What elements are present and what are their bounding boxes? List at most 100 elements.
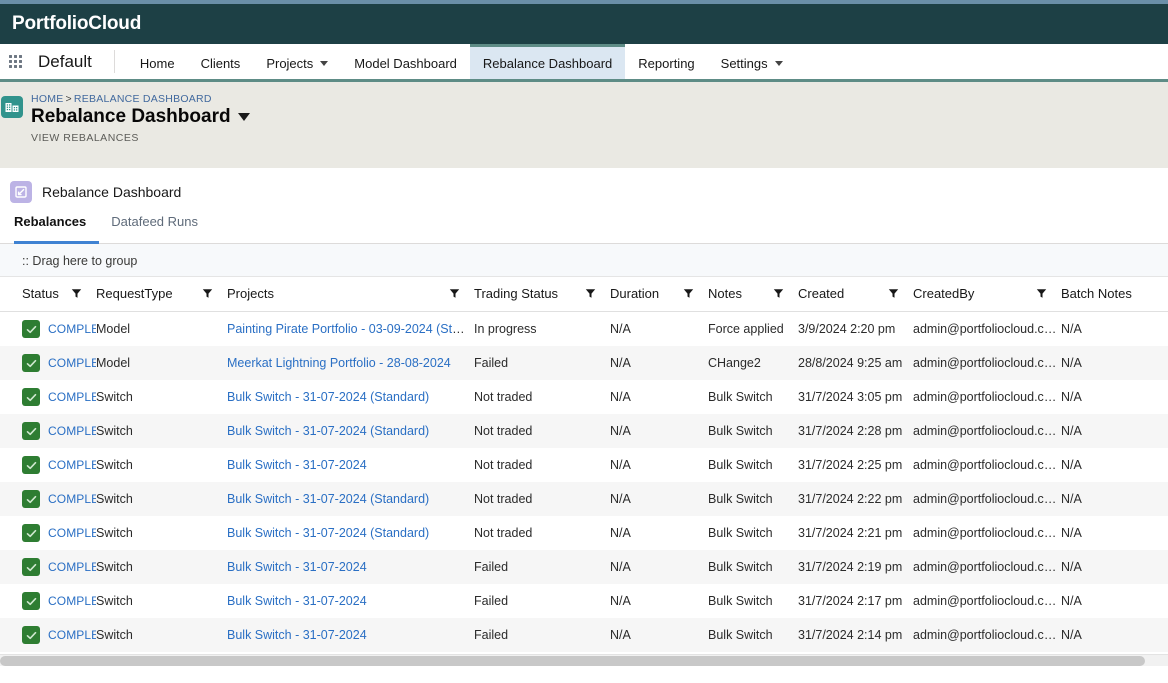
cell-created: 31/7/2024 2:14 pm [798,618,913,652]
table-row[interactable]: COMPLETEModelMeerkat Lightning Portfolio… [0,346,1168,380]
cell-trading-status: Failed [474,346,610,380]
table-row[interactable]: COMPLETEModelPainting Pirate Portfolio -… [0,312,1168,347]
nav-item-reporting[interactable]: Reporting [625,44,707,79]
horizontal-scrollbar[interactable] [0,654,1168,666]
horizontal-scrollbar-thumb[interactable] [0,656,1145,666]
column-header-requesttype[interactable]: RequestType [96,277,227,312]
cell-trading-status: Not traded [474,482,610,516]
column-header-batch-notes[interactable]: Batch Notes [1061,277,1168,312]
column-header-projects[interactable]: Projects [227,277,474,312]
brand-bar: PortfolioCloud [0,4,1168,44]
nav-item-label: Reporting [638,56,694,71]
project-link[interactable]: Bulk Switch - 31-07-2024 (Standard) [227,424,429,438]
app-launcher-button[interactable] [0,44,30,79]
cell-duration: N/A [610,414,708,448]
cell-project: Painting Pirate Portfolio - 03-09-2024 (… [227,312,474,347]
cell-notes: Bulk Switch [708,482,798,516]
status-label: COMPLETE [48,628,96,642]
tab-datafeed-runs[interactable]: Datafeed Runs [111,214,211,244]
status-complete-checkbox[interactable] [22,592,40,610]
cell-created-by: admin@portfoliocloud.com [913,550,1061,584]
column-header-duration[interactable]: Duration [610,277,708,312]
cell-request-type: Switch [96,482,227,516]
status-label: COMPLETE [48,526,96,540]
nav-item-clients[interactable]: Clients [188,44,254,79]
breadcrumb-home-link[interactable]: HOME [31,93,64,105]
status-complete-checkbox[interactable] [22,626,40,644]
nav-item-label: Rebalance Dashboard [483,56,612,71]
column-header-notes[interactable]: Notes [708,277,798,312]
chevron-down-icon[interactable] [775,61,783,66]
table-row[interactable]: COMPLETESwitchBulk Switch - 31-07-2024Fa… [0,618,1168,652]
project-link[interactable]: Bulk Switch - 31-07-2024 [227,560,367,574]
cell-duration: N/A [610,346,708,380]
status-complete-checkbox[interactable] [22,524,40,542]
table-row[interactable]: COMPLETESwitchBulk Switch - 31-07-2024 (… [0,482,1168,516]
cell-request-type: Model [96,312,227,347]
breadcrumb-current-link[interactable]: REBALANCE DASHBOARD [74,93,212,105]
status-complete-checkbox[interactable] [22,388,40,406]
filter-icon[interactable] [1036,288,1047,299]
column-header-created[interactable]: Created [798,277,913,312]
nav-item-projects[interactable]: Projects [253,44,341,79]
table-body: COMPLETE ModelPainting Pirate Portfolio -… [0,312,1168,653]
project-link[interactable]: Painting Pirate Portfolio - 03-09-2024 (… [227,322,474,336]
status-complete-checkbox[interactable] [22,320,40,338]
filter-icon[interactable] [202,288,213,299]
nav-item-rebalance-dashboard[interactable]: Rebalance Dashboard [470,44,625,79]
table-header: Status RequestType Projects [0,277,1168,312]
cell-batch-notes: N/A [1061,380,1168,414]
status-complete-checkbox[interactable] [22,456,40,474]
nav-item-settings[interactable]: Settings [708,44,796,79]
tab-rebalances[interactable]: Rebalances [14,214,99,244]
cell-status: COMPLETE [0,584,96,618]
status-complete-checkbox[interactable] [22,490,40,508]
caret-down-icon[interactable] [238,113,250,121]
column-header-label: CreatedBy [913,286,1036,301]
table-row[interactable]: COMPLETESwitchBulk Switch - 31-07-2024No… [0,448,1168,482]
filter-icon[interactable] [683,288,694,299]
page-title: Rebalance Dashboard [31,106,250,129]
chevron-down-icon[interactable] [320,61,328,66]
nav-item-home[interactable]: Home [127,44,188,79]
table-row[interactable]: COMPLETESwitchBulk Switch - 31-07-2024 (… [0,380,1168,414]
table-row[interactable]: COMPLETESwitchBulk Switch - 31-07-2024 (… [0,414,1168,448]
project-link[interactable]: Bulk Switch - 31-07-2024 (Standard) [227,526,429,540]
column-header-createdby[interactable]: CreatedBy [913,277,1061,312]
rebalance-dashboard-icon [10,181,32,203]
cell-notes: Bulk Switch [708,550,798,584]
table-row[interactable]: COMPLETESwitchBulk Switch - 31-07-2024Fa… [0,550,1168,584]
cell-project: Bulk Switch - 31-07-2024 (Standard) [227,380,474,414]
cell-created: 31/7/2024 2:17 pm [798,584,913,618]
status-complete-checkbox[interactable] [22,422,40,440]
cell-notes: Bulk Switch [708,448,798,482]
filter-icon[interactable] [71,288,82,299]
cell-created-by: admin@portfoliocloud.com [913,584,1061,618]
table-row[interactable]: COMPLETESwitchBulk Switch - 31-07-2024 (… [0,516,1168,550]
nav-item-model-dashboard[interactable]: Model Dashboard [341,44,470,79]
filter-icon[interactable] [449,288,460,299]
project-link[interactable]: Bulk Switch - 31-07-2024 (Standard) [227,492,429,506]
status-complete-checkbox[interactable] [22,354,40,372]
project-link[interactable]: Meerkat Lightning Portfolio - 28-08-2024 [227,356,451,370]
cell-duration: N/A [610,618,708,652]
filter-icon[interactable] [888,288,899,299]
project-link[interactable]: Bulk Switch - 31-07-2024 [227,628,367,642]
project-link[interactable]: Bulk Switch - 31-07-2024 (Standard) [227,390,429,404]
cell-request-type: Switch [96,550,227,584]
group-drop-area[interactable]: :: Drag here to group [0,244,1168,277]
column-header-label: Created [798,286,888,301]
status-complete-checkbox[interactable] [22,558,40,576]
column-header-label: Duration [610,286,683,301]
cell-trading-status: Not traded [474,516,610,550]
nav-item-label: Model Dashboard [354,56,457,71]
cell-batch-notes: N/A [1061,618,1168,652]
project-link[interactable]: Bulk Switch - 31-07-2024 [227,594,367,608]
column-header-status[interactable]: Status [0,277,96,312]
column-header-trading-status[interactable]: Trading Status [474,277,610,312]
project-link[interactable]: Bulk Switch - 31-07-2024 [227,458,367,472]
filter-icon[interactable] [585,288,596,299]
table-row[interactable]: COMPLETESwitchBulk Switch - 31-07-2024Fa… [0,584,1168,618]
filter-icon[interactable] [773,288,784,299]
status-label: COMPLETE [48,424,96,438]
